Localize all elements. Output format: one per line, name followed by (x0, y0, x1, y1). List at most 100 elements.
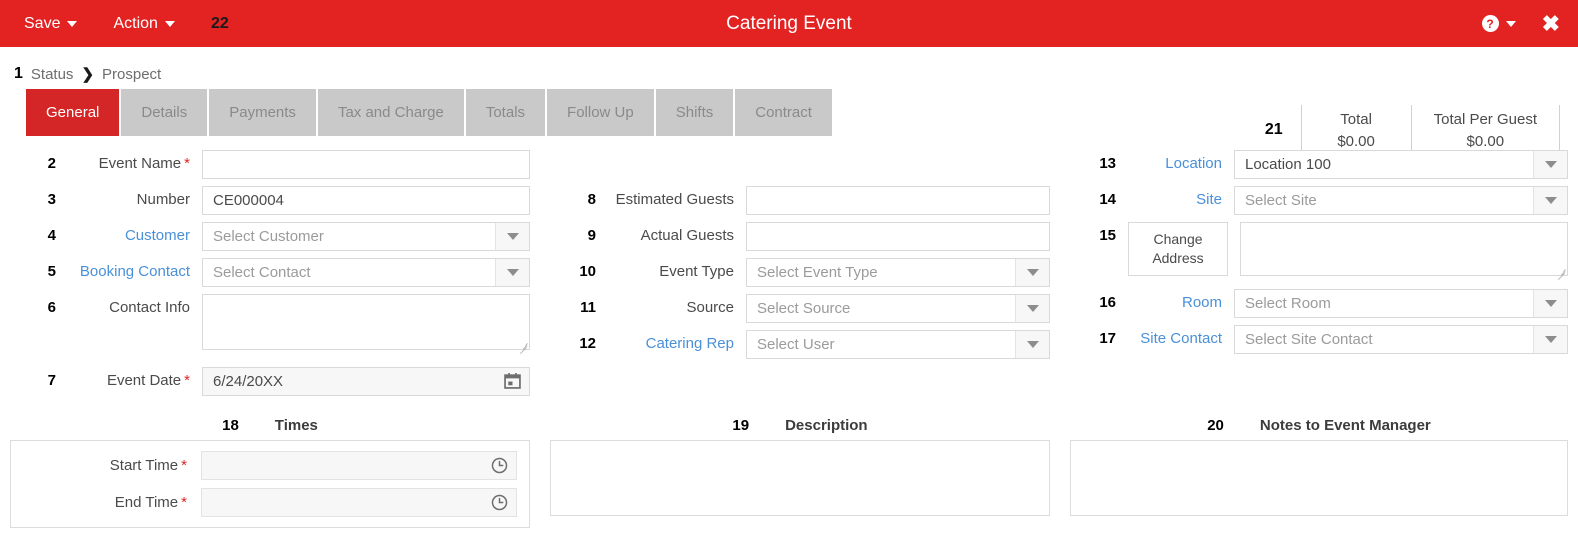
location-control: Location 100 (1234, 150, 1568, 179)
callout-marker-5: 5 (47, 263, 56, 280)
tab-general[interactable]: General (26, 89, 122, 136)
event-date-input[interactable] (202, 367, 530, 396)
dropdown-button[interactable] (1533, 290, 1567, 317)
tab-contract[interactable]: Contract (735, 89, 834, 136)
site-contact-select[interactable]: Select Site Contact (1234, 325, 1568, 354)
event-type-select-value: Select Event Type (757, 264, 878, 281)
catering-rep-select[interactable]: Select User (746, 330, 1050, 359)
dropdown-button[interactable] (495, 259, 529, 286)
catering-rep-label-link[interactable]: Catering Rep (596, 330, 746, 352)
contact-info-textarea[interactable] (202, 294, 530, 350)
dropdown-button[interactable] (1015, 295, 1049, 322)
location-label-link[interactable]: Location (1116, 150, 1234, 172)
caret-down-icon (1026, 341, 1039, 348)
calendar-icon[interactable] (504, 372, 521, 389)
total-label: Total (1340, 110, 1372, 128)
number-input[interactable] (202, 186, 530, 215)
required-asterisk: * (181, 457, 187, 474)
site-contact-label-link[interactable]: Site Contact (1116, 325, 1234, 347)
callout-marker-3: 3 (47, 191, 56, 208)
change-address-button[interactable]: Change Address (1128, 222, 1228, 276)
caret-down-icon (506, 233, 519, 240)
callout-marker-18: 18 (222, 417, 239, 434)
callout-marker-11: 11 (580, 299, 596, 316)
required-asterisk: * (184, 372, 190, 389)
room-label-link[interactable]: Room (1116, 289, 1234, 311)
start-time-label: Start Time * (109, 457, 187, 474)
status-label: Status (30, 65, 74, 83)
source-select[interactable]: Select Source (746, 294, 1050, 323)
location-select[interactable]: Location 100 (1234, 150, 1568, 179)
callout-marker-17: 17 (1099, 330, 1116, 347)
customer-control: Select Customer (202, 222, 530, 251)
panel-times: 18 Times Start Time * End Time * (0, 417, 540, 528)
dropdown-button[interactable] (1533, 326, 1567, 353)
tab-label: Details (141, 104, 188, 121)
room-select[interactable]: Select Room (1234, 289, 1568, 318)
help-menu-button[interactable]: ? (1481, 15, 1516, 32)
site-select[interactable]: Select Site (1234, 186, 1568, 215)
notes-header: 20 Notes to Event Manager (1070, 417, 1568, 434)
tab-follow-up[interactable]: Follow Up (547, 89, 656, 136)
catering-rep-select-value: Select User (757, 336, 835, 353)
description-textarea[interactable] (550, 440, 1050, 516)
dropdown-button[interactable] (1533, 187, 1567, 214)
notes-textarea[interactable] (1070, 440, 1568, 516)
room-select-value: Select Room (1245, 295, 1331, 312)
callout-marker-2: 2 (47, 155, 56, 172)
callout-marker-19: 19 (732, 417, 750, 434)
booking-contact-select-value: Select Contact (213, 264, 311, 281)
tab-shifts[interactable]: Shifts (655, 89, 736, 136)
booking-contact-label-link[interactable]: Booking Contact (56, 258, 202, 280)
dropdown-button[interactable] (1015, 331, 1049, 358)
callout-marker-10: 10 (579, 263, 596, 280)
tab-payments[interactable]: Payments (209, 89, 318, 136)
contact-info-control (202, 294, 530, 355)
caret-down-icon (1026, 305, 1039, 312)
address-textarea[interactable] (1240, 222, 1568, 276)
start-time-control (201, 451, 517, 480)
estimated-guests-input[interactable] (746, 186, 1050, 215)
source-select-value: Select Source (757, 300, 851, 317)
callout-marker-13: 13 (1099, 155, 1116, 172)
callout-marker-20: 20 (1207, 417, 1224, 434)
start-time-input[interactable] (201, 451, 517, 480)
caret-down-icon (1544, 300, 1557, 307)
event-type-select[interactable]: Select Event Type (746, 258, 1050, 287)
callout-marker-8: 8 (587, 191, 596, 208)
field-change-address: 15 Change Address (1070, 222, 1568, 281)
callout-marker-14: 14 (1099, 191, 1116, 208)
event-name-input[interactable] (202, 150, 530, 179)
field-contact-info: 6 Contact Info (10, 294, 530, 355)
caret-down-icon (1026, 269, 1039, 276)
title-bar: Save Action 22 Catering Event ? ✖ (0, 0, 1578, 47)
panel-description: 19 Description (540, 417, 1060, 528)
event-name-label: Event Name * (98, 155, 190, 172)
tab-totals[interactable]: Totals (465, 89, 548, 136)
tab-label: General (46, 104, 100, 121)
catering-rep-control: Select User (746, 330, 1050, 359)
close-icon[interactable]: ✖ (1542, 12, 1560, 35)
estimated-guests-label: Estimated Guests (615, 191, 734, 208)
booking-contact-select[interactable]: Select Contact (202, 258, 530, 287)
event-date-label: Event Date * (106, 372, 190, 389)
save-menu-button[interactable]: Save (24, 15, 78, 33)
end-time-input[interactable] (201, 488, 517, 517)
field-number: 3 Number (10, 186, 530, 215)
dropdown-button[interactable] (495, 223, 529, 250)
site-label-link[interactable]: Site (1116, 186, 1234, 208)
dropdown-button[interactable] (1015, 259, 1049, 286)
title-bar-actions: ? ✖ (1481, 12, 1560, 35)
actual-guests-input[interactable] (746, 222, 1050, 251)
customer-label-link[interactable]: Customer (56, 222, 202, 244)
callout-marker-22: 22 (210, 14, 229, 32)
field-end-time: End Time * (11, 488, 517, 517)
chevron-down-icon (164, 20, 175, 27)
customer-select[interactable]: Select Customer (202, 222, 530, 251)
tab-details[interactable]: Details (121, 89, 210, 136)
action-menu-button[interactable]: Action (113, 15, 175, 33)
tab-tax-and-charge[interactable]: Tax and Charge (317, 89, 466, 136)
dropdown-button[interactable] (1533, 151, 1567, 178)
tab-label: Follow Up (567, 104, 634, 121)
actual-guests-control (746, 222, 1050, 251)
